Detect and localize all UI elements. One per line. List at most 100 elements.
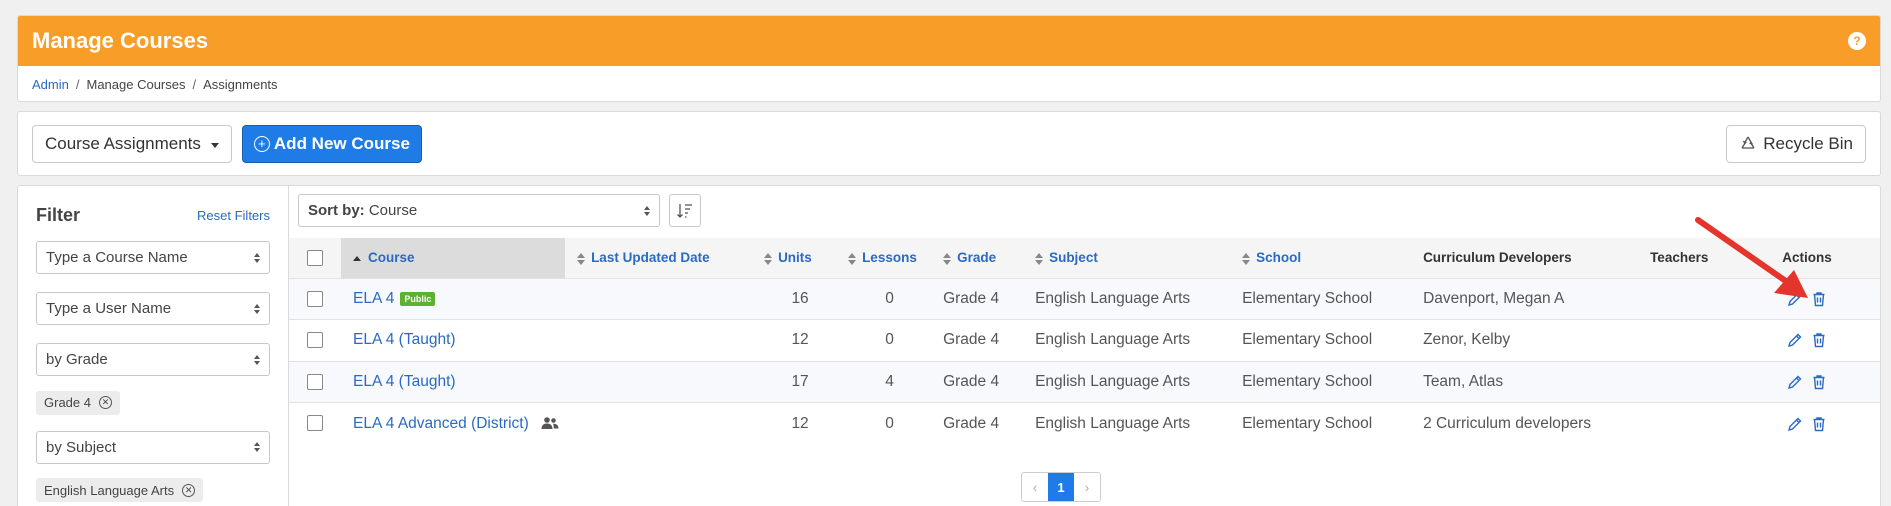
grade-cell: Grade 4 (937, 319, 1030, 361)
plus-circle-icon: + (253, 135, 270, 152)
lessons-cell: 0 (842, 402, 938, 444)
column-grade-label: Grade (957, 250, 997, 266)
add-new-course-label: Add New Course (273, 133, 410, 153)
sort-icon (577, 252, 586, 265)
table-row: ELA 4 Public 16 0 Grade 4 English Languag… (289, 277, 1880, 320)
teachers-cell (1644, 402, 1735, 444)
trash-icon[interactable] (1811, 374, 1827, 390)
user-name-select[interactable]: Type a User Name (36, 292, 270, 325)
view-select[interactable]: Course Assignments (32, 124, 232, 163)
recycle-bin-label: Recycle Bin (1763, 133, 1853, 153)
row-select-cell (289, 360, 341, 403)
column-school-label: School (1256, 250, 1302, 266)
edit-icon[interactable] (1787, 332, 1803, 348)
course-cell: ELA 4 Public (341, 277, 566, 320)
edit-icon[interactable] (1787, 416, 1803, 432)
course-link[interactable]: ELA 4 (Taught) (353, 331, 456, 348)
sort-icon (848, 252, 857, 265)
course-link[interactable]: ELA 4 (353, 290, 394, 307)
units-cell: 12 (758, 402, 843, 444)
column-subject[interactable]: Subject (1029, 238, 1237, 278)
subject-cell: English Language Arts (1029, 319, 1237, 361)
column-lessons-label: Lessons (862, 250, 917, 266)
recycle-bin-button[interactable]: Recycle Bin (1726, 124, 1866, 163)
teachers-cell (1644, 360, 1735, 403)
edit-icon[interactable] (1787, 374, 1803, 390)
actions-cell (1734, 319, 1880, 361)
filter-sidebar: Filter Reset Filters Type a Course Name … (18, 186, 289, 506)
table-row: ELA 4 Advanced (District) 12 0 Grade 4 E… (289, 402, 1880, 444)
filter-header: Filter Reset Filters (36, 204, 270, 226)
column-grade[interactable]: Grade (937, 238, 1030, 278)
course-link[interactable]: ELA 4 (Taught) (353, 373, 456, 390)
row-checkbox[interactable] (307, 415, 323, 432)
units-cell: 16 (758, 277, 843, 320)
sort-select[interactable]: Sort by: Course (298, 194, 660, 227)
sort-value: Course (368, 202, 418, 219)
sort-direction-icon (677, 203, 692, 218)
help-icon[interactable]: ? (1848, 32, 1866, 50)
table-row: ELA 4 (Taught) 12 0 Grade 4 English Lang… (289, 319, 1880, 361)
trash-icon[interactable] (1811, 416, 1827, 432)
page-button-current[interactable]: 1 (1048, 473, 1074, 501)
grade-select[interactable]: by Grade (36, 343, 270, 376)
header-bar: Manage Courses ? (18, 16, 1880, 66)
view-select-label: Course Assignments (45, 133, 201, 153)
toolbar: Course Assignments + Add New Course Recy… (17, 111, 1881, 176)
lessons-cell: 0 (842, 277, 938, 320)
reset-filters-link[interactable]: Reset Filters (197, 208, 270, 223)
updown-icon (254, 442, 260, 452)
courses-table: Course Last Updated Date Units Lessons G… (289, 238, 1880, 444)
next-page-button[interactable]: › (1074, 473, 1100, 501)
column-last-updated[interactable]: Last Updated Date (565, 238, 759, 278)
row-checkbox[interactable] (307, 373, 323, 390)
breadcrumb-assignments: Assignments (203, 76, 278, 92)
sort-asc-icon (353, 256, 361, 262)
breadcrumb-manage-courses: Manage Courses (86, 76, 186, 92)
column-course[interactable]: Course (341, 238, 566, 278)
sort-direction-button[interactable] (669, 194, 701, 227)
school-cell: Elementary School (1236, 360, 1418, 403)
subject-cell: English Language Arts (1029, 277, 1237, 320)
add-new-course-button[interactable]: + Add New Course (241, 124, 422, 163)
column-course-label: Course (368, 250, 415, 266)
row-checkbox[interactable] (307, 332, 323, 349)
column-units[interactable]: Units (758, 238, 843, 278)
course-name-select[interactable]: Type a Course Name (36, 241, 270, 274)
developers-cell: Davenport, Megan A (1417, 277, 1645, 320)
subject-select[interactable]: by Subject (36, 430, 270, 464)
sort-icon (764, 252, 773, 265)
course-link[interactable]: ELA 4 Advanced (District) (353, 415, 529, 432)
select-all-checkbox[interactable] (307, 249, 323, 266)
remove-chip-icon[interactable]: ✕ (98, 396, 112, 409)
filter-title: Filter (36, 204, 81, 225)
updown-icon (254, 252, 260, 263)
grade-cell: Grade 4 (937, 402, 1030, 444)
school-cell: Elementary School (1236, 402, 1418, 444)
prev-page-button[interactable]: ‹ (1022, 473, 1048, 501)
breadcrumb-admin[interactable]: Admin (32, 77, 69, 92)
school-cell: Elementary School (1236, 319, 1418, 361)
row-checkbox[interactable] (307, 290, 323, 307)
updown-icon (254, 354, 260, 365)
developers-cell: Team, Atlas (1417, 360, 1645, 403)
annotation-arrow (1695, 217, 1808, 298)
page-header: Manage Courses ? Admin / Manage Courses … (17, 15, 1881, 102)
grade-cell: Grade 4 (937, 277, 1030, 320)
trash-icon[interactable] (1811, 332, 1827, 348)
page-title: Manage Courses (32, 28, 209, 53)
course-cell: ELA 4 (Taught) (341, 319, 566, 361)
grade-chip-label: Grade 4 (44, 395, 91, 410)
units-cell: 12 (758, 319, 843, 361)
subject-select-label: by Subject (46, 438, 117, 456)
sort-icon (1035, 252, 1044, 265)
developers-cell: 2 Curriculum developers (1417, 402, 1645, 444)
pagination: ‹ 1 › (1021, 472, 1101, 502)
column-school[interactable]: School (1236, 238, 1418, 278)
column-lessons[interactable]: Lessons (842, 238, 938, 278)
subject-chip-label: English Language Arts (44, 482, 175, 498)
course-cell: ELA 4 Advanced (District) (341, 402, 566, 444)
remove-chip-icon[interactable]: ✕ (182, 483, 196, 497)
column-last-updated-label: Last Updated Date (591, 250, 710, 266)
last-updated-cell (565, 277, 759, 320)
